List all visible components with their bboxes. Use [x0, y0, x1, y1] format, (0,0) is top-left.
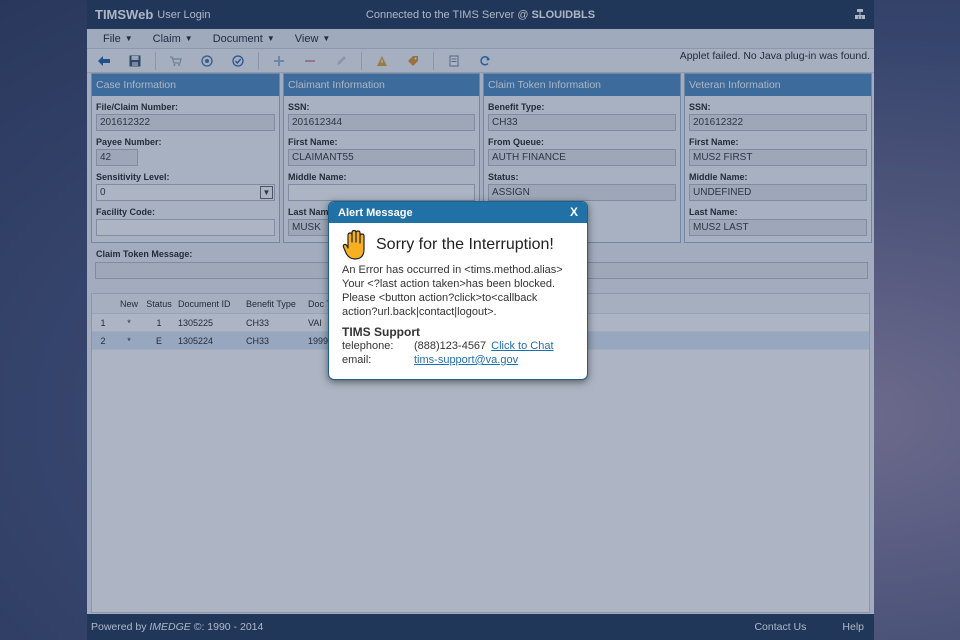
email-link[interactable]: tims-support@va.gov — [414, 353, 518, 367]
dialog-header-title: Alert Message — [338, 206, 413, 219]
email-label: email: — [342, 354, 372, 366]
click-to-chat-link[interactable]: Click to Chat — [491, 339, 553, 353]
stop-hand-icon — [342, 229, 365, 260]
error-message: An Error has occurred in <tims.method.al… — [342, 264, 563, 318]
close-button[interactable]: X — [570, 205, 578, 219]
support-heading: TIMS Support — [342, 325, 420, 339]
dialog-title: Sorry for the Interruption! — [376, 236, 554, 253]
dialog-title-row: Sorry for the Interruption! — [342, 229, 574, 261]
dialog-body: Sorry for the Interruption! An Error has… — [329, 223, 587, 373]
alert-dialog: Alert Message X Sorry for the Interrupti… — [328, 201, 588, 380]
telephone-row: telephone: (888)123-4567 Click to Chat — [342, 339, 574, 353]
dialog-header: Alert Message X — [329, 202, 587, 223]
telephone-label: telephone: — [342, 340, 394, 352]
telephone-value: (888)123-4567 — [414, 340, 487, 352]
email-row: email: tims-support@va.gov — [342, 353, 574, 367]
